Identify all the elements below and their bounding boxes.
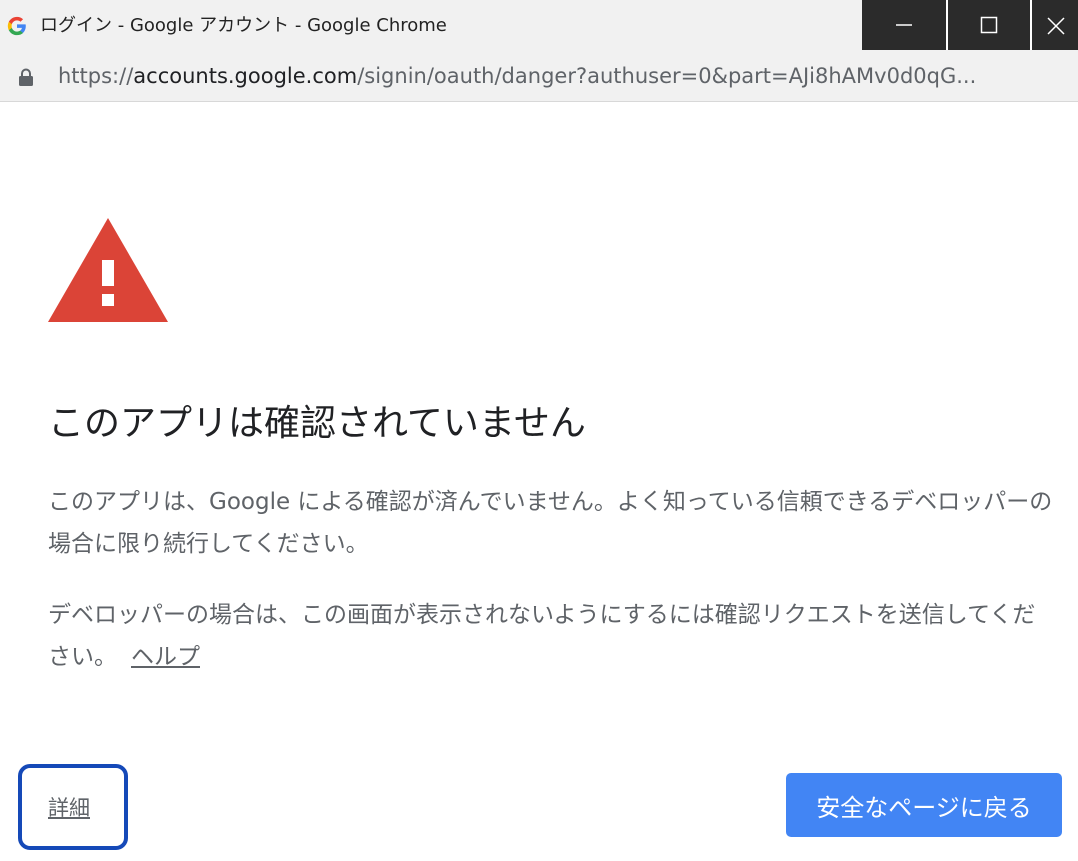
warning-triangle-icon [48,218,168,322]
window-controls [862,0,1078,50]
url-host: accounts.google.com [133,64,358,88]
google-logo-icon [7,16,26,36]
minimize-button[interactable] [862,0,946,50]
url-path: /signin/oauth/danger?authuser=0&part=AJi… [357,64,977,88]
page-title: このアプリは確認されていません [48,403,586,444]
help-link[interactable]: ヘルプ [131,644,200,670]
window-title: ログイン - Google アカウント - Google Chrome [40,15,447,36]
unverified-app-description: このアプリは、Google による確認が済んでいません。よく知っている信頼できる… [48,489,1053,557]
back-to-safety-button[interactable]: 安全なページに戻る [786,773,1062,837]
details-link[interactable]: 詳細 [48,792,90,822]
window-titlebar: ログイン - Google アカウント - Google Chrome [0,0,1078,52]
developer-verification-description: デベロッパーの場合は、この画面が表示されないようにするには確認リクエストを送信し… [48,594,1058,678]
url-scheme: https:// [58,64,134,88]
address-bar[interactable]: https://accounts.google.com/signin/oauth… [0,52,1078,102]
minimize-icon [896,24,912,26]
close-button[interactable] [1030,0,1078,50]
url-text[interactable]: https://accounts.google.com/signin/oauth… [58,62,976,90]
close-icon [1047,17,1065,35]
maximize-button[interactable] [946,0,1030,50]
maximize-icon [980,16,998,34]
lock-icon [19,68,33,86]
